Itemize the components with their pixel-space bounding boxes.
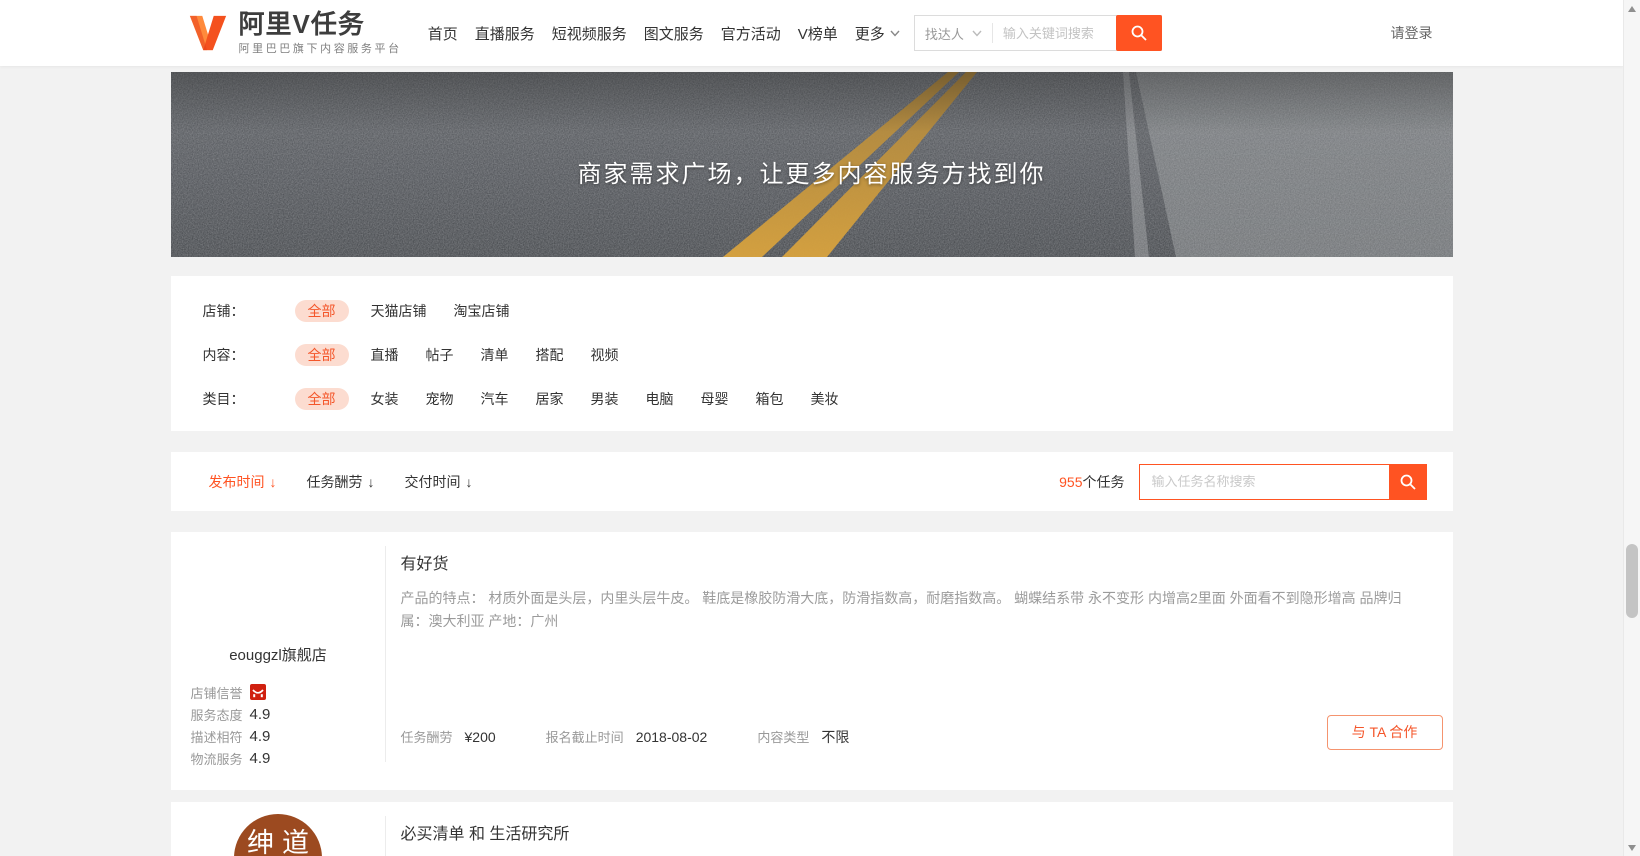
- rating-row: 物流服务 4.9: [191, 747, 386, 769]
- filter-option[interactable]: 箱包: [756, 389, 784, 409]
- brand-logo[interactable]: 阿里V任务 阿里巴巴旗下内容服务平台: [171, 10, 402, 56]
- task-content-type: 内容类型 不限: [757, 727, 849, 747]
- task-search-button[interactable]: [1389, 464, 1427, 500]
- top-navbar: 阿里V任务 阿里巴巴旗下内容服务平台 首页 直播服务 短视频服务 图文服务 官方…: [0, 0, 1623, 66]
- sort-task-reward[interactable]: 任务酬劳 ↓: [307, 472, 375, 492]
- store-name[interactable]: eouggzl旗舰店: [171, 644, 386, 665]
- filter-option[interactable]: 居家: [536, 389, 564, 409]
- search-category-label: 找达人: [925, 24, 964, 43]
- nav-item-more[interactable]: 更多: [855, 23, 900, 44]
- header-search-button[interactable]: [1116, 15, 1162, 51]
- search-icon: [1399, 473, 1417, 491]
- store-logo-placeholder: [171, 540, 386, 636]
- filter-option[interactable]: 清单: [481, 345, 509, 365]
- task-title[interactable]: 有好货: [401, 550, 1429, 574]
- scrollbar-up-arrow[interactable]: [1624, 0, 1640, 17]
- task-title[interactable]: 必买清单 和 生活研究所: [401, 820, 1429, 844]
- filter-option[interactable]: 男装: [591, 389, 619, 409]
- filter-option[interactable]: 美妆: [811, 389, 839, 409]
- task-detail: 必买清单 和 生活研究所 绅道衣品 2013年入驻天猫 专注男士西裤 ，此款版型…: [386, 802, 1453, 856]
- sort-desc-icon: ↓: [368, 474, 375, 490]
- browser-viewport: 阿里V任务 阿里巴巴旗下内容服务平台 首页 直播服务 短视频服务 图文服务 官方…: [0, 0, 1623, 856]
- brand-v-icon: [187, 12, 229, 54]
- filter-option[interactable]: 天猫店铺: [371, 301, 427, 321]
- filter-option[interactable]: 直播: [371, 345, 399, 365]
- brand-subtitle: 阿里巴巴旗下内容服务平台: [239, 40, 402, 56]
- filter-option[interactable]: 帖子: [426, 345, 454, 365]
- filter-option[interactable]: 汽车: [481, 389, 509, 409]
- task-detail: 有好货 产品的特点： 材质外面是头层，内里头层牛皮。 鞋底是橡胶防滑大底，防滑指…: [386, 532, 1453, 790]
- tmall-reputation-icon: [250, 684, 266, 700]
- task-reward: 任务酬劳 ¥200: [401, 727, 496, 746]
- nav-item-home[interactable]: 首页: [428, 23, 458, 44]
- task-card: eouggzl旗舰店 店铺信誉 服务态度 4.9: [171, 532, 1453, 790]
- sort-toolbar: 发布时间 ↓ 任务酬劳 ↓ 交付时间 ↓ 955个任务: [171, 452, 1453, 511]
- filter-option[interactable]: 视频: [591, 345, 619, 365]
- page-scrollbar[interactable]: [1623, 0, 1640, 856]
- nav-item-live-service[interactable]: 直播服务: [475, 23, 535, 44]
- sort-desc-icon: ↓: [466, 474, 473, 490]
- filter-option-all-active[interactable]: 全部: [295, 300, 349, 322]
- filter-label: 内容：: [203, 345, 295, 365]
- brand-name: 阿里V任务: [239, 10, 402, 38]
- store-panel: 绅道 衣品: [171, 802, 386, 856]
- chevron-down-icon: [890, 30, 900, 37]
- rating-row: 服务态度 4.9: [191, 703, 386, 725]
- filter-option[interactable]: 女装: [371, 389, 399, 409]
- header-search-box: 找达人: [914, 15, 1162, 51]
- filter-option[interactable]: 淘宝店铺: [454, 301, 510, 321]
- task-search-input[interactable]: [1139, 464, 1389, 500]
- cooperate-button[interactable]: 与 TA 合作: [1327, 715, 1443, 750]
- sort-publish-time[interactable]: 发布时间 ↓: [209, 472, 277, 492]
- scrollbar-down-arrow[interactable]: [1624, 839, 1640, 856]
- filter-row-shop: 店铺： 全部 天猫店铺 淘宝店铺: [203, 298, 1421, 324]
- rating-value: 4.9: [250, 750, 271, 767]
- filter-label: 类目：: [203, 389, 295, 409]
- store-reputation-row: 店铺信誉: [191, 681, 386, 703]
- login-link[interactable]: 请登录: [1391, 23, 1453, 43]
- filter-row-content: 内容： 全部 直播 帖子 清单 搭配 视频: [203, 342, 1421, 368]
- rating-row: 描述相符 4.9: [191, 725, 386, 747]
- rating-value: 4.9: [250, 706, 271, 723]
- store-ratings: 店铺信誉 服务态度 4.9 描述相符 4.9: [171, 681, 386, 769]
- task-search-box: [1139, 464, 1427, 500]
- hero-banner: 商家需求广场，让更多内容服务方找到你: [171, 72, 1453, 257]
- task-description: 产品的特点： 材质外面是头层，内里头层牛皮。 鞋底是橡胶防滑大底，防滑指数高，耐…: [401, 587, 1411, 633]
- main-nav: 首页 直播服务 短视频服务 图文服务 官方活动 V榜单 更多: [428, 23, 900, 44]
- search-category-dropdown[interactable]: 找达人: [915, 23, 993, 43]
- store-logo[interactable]: 绅道 衣品: [234, 814, 322, 856]
- filter-panel: 店铺： 全部 天猫店铺 淘宝店铺 内容： 全部 直播 帖子 清单 搭配 视频 类…: [171, 276, 1453, 431]
- task-meta: 任务酬劳 ¥200 报名截止时间 2018-08-02 内容类型 不限: [401, 727, 900, 747]
- sort-delivery-time[interactable]: 交付时间 ↓: [405, 472, 473, 492]
- filter-row-category: 类目： 全部 女装 宠物 汽车 居家 男装 电脑 母婴 箱包 美妆: [203, 386, 1421, 412]
- filter-option[interactable]: 搭配: [536, 345, 564, 365]
- nav-item-graphic-service[interactable]: 图文服务: [644, 23, 704, 44]
- scrollbar-thumb[interactable]: [1626, 544, 1638, 618]
- rating-value: 4.9: [250, 728, 271, 745]
- filter-label: 店铺：: [203, 301, 295, 321]
- filter-option-all-active[interactable]: 全部: [295, 388, 349, 410]
- task-count: 955个任务: [1059, 472, 1124, 492]
- keyword-search-input[interactable]: [993, 26, 1116, 41]
- search-icon: [1130, 24, 1148, 42]
- store-panel: eouggzl旗舰店 店铺信誉 服务态度 4.9: [171, 532, 386, 790]
- sort-desc-icon: ↓: [270, 474, 277, 490]
- nav-item-v-ranking[interactable]: V榜单: [798, 23, 838, 44]
- filter-option[interactable]: 电脑: [646, 389, 674, 409]
- chevron-down-icon: [972, 30, 982, 37]
- task-card: 绅道 衣品 必买清单 和 生活研究所 绅道衣品 2013年入驻天猫 专注男士西裤…: [171, 802, 1453, 856]
- nav-item-short-video-service[interactable]: 短视频服务: [552, 23, 627, 44]
- task-deadline: 报名截止时间 2018-08-02: [546, 727, 708, 746]
- filter-option-all-active[interactable]: 全部: [295, 344, 349, 366]
- nav-item-official-activity[interactable]: 官方活动: [721, 23, 781, 44]
- banner-title: 商家需求广场，让更多内容服务方找到你: [171, 154, 1453, 189]
- filter-option[interactable]: 宠物: [426, 389, 454, 409]
- filter-option[interactable]: 母婴: [701, 389, 729, 409]
